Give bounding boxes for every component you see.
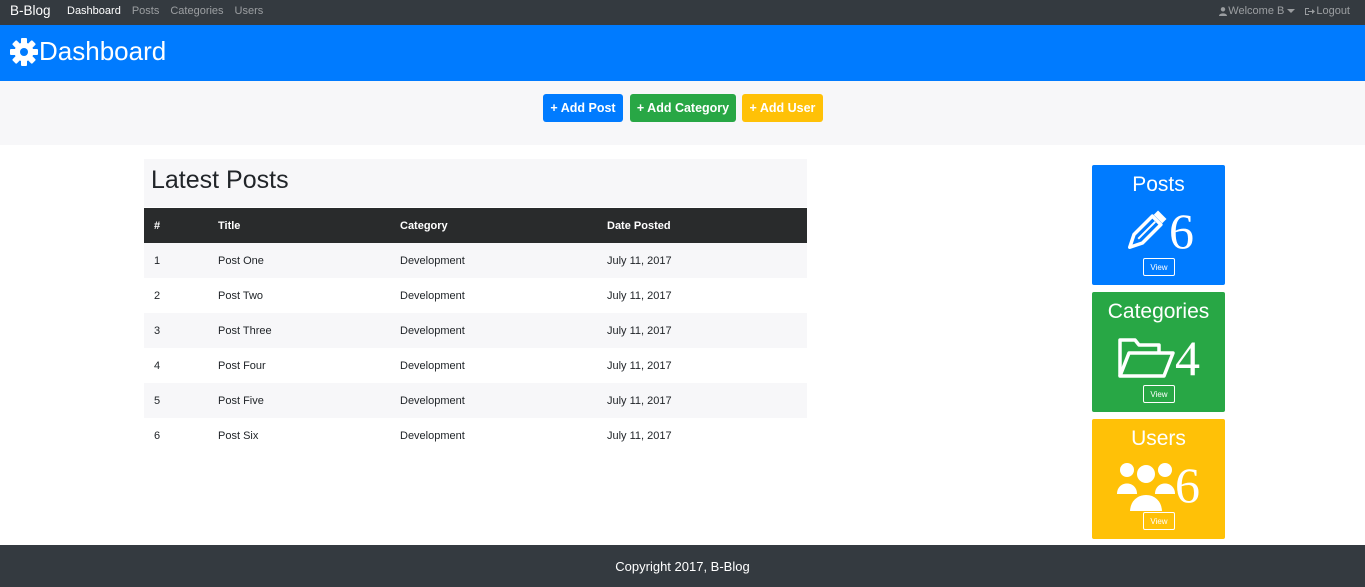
cell-category: Development (400, 289, 465, 302)
logout-label: Logout (1316, 5, 1350, 17)
copyright-text: Copyright 2017, B-Blog (615, 558, 750, 574)
nav-links: Dashboard Posts Categories Users (67, 5, 274, 17)
cell-number: 5 (154, 394, 161, 407)
column-header-date: Date Posted (607, 219, 671, 232)
cell-category: Development (400, 394, 465, 407)
nav-right: Welcome B Logout (1219, 5, 1350, 17)
cell-category: Development (400, 324, 465, 337)
cell-date: July 11, 2017 (607, 429, 672, 442)
add-post-button[interactable]: + Add Post (543, 94, 623, 122)
table-row: 1 Post One Development July 11, 2017 (144, 243, 807, 278)
categories-stat-card: Categories 4 View (1092, 292, 1225, 412)
posts-card-title: Posts (1132, 173, 1185, 196)
categories-view-button[interactable]: View (1143, 385, 1175, 403)
table-row: 4 Post Four Development July 11, 2017 (144, 348, 807, 383)
categories-count: 4 (1175, 330, 1200, 386)
users-card-body: 6 (1092, 457, 1225, 513)
cell-number: 3 (154, 324, 161, 337)
posts-table: # Title Category Date Posted 1 Post One … (144, 208, 807, 453)
posts-count: 6 (1169, 203, 1194, 259)
table-row: 2 Post Two Development July 11, 2017 (144, 278, 807, 313)
cell-title: Post Three (218, 324, 272, 337)
action-bar: + Add Post + Add Category + Add User (0, 81, 1365, 145)
posts-view-button[interactable]: View (1143, 258, 1175, 276)
brand-link[interactable]: B-Blog (10, 3, 51, 18)
user-icon (1219, 6, 1228, 16)
page-title-text: Dashboard (39, 36, 167, 66)
table-row: 3 Post Three Development July 11, 2017 (144, 313, 807, 348)
page-header: Dashboard (0, 25, 1365, 81)
cell-category: Development (400, 429, 465, 442)
folder-open-icon (1118, 338, 1175, 378)
gear-icon (10, 37, 38, 66)
table-row: 5 Post Five Development July 11, 2017 (144, 383, 807, 418)
add-user-button[interactable]: + Add User (742, 94, 823, 122)
users-stat-card: Users 6 View (1092, 419, 1225, 539)
cell-number: 2 (154, 289, 161, 302)
nav-link-users[interactable]: Users (235, 5, 264, 17)
users-view-button[interactable]: View (1143, 512, 1175, 530)
cell-number: 1 (154, 254, 161, 267)
sign-out-icon (1305, 7, 1316, 15)
cell-date: July 11, 2017 (607, 324, 672, 337)
cell-date: July 11, 2017 (607, 289, 672, 302)
cell-date: July 11, 2017 (607, 359, 672, 372)
posts-card-body: 6 (1092, 203, 1225, 259)
categories-card-body: 4 (1092, 330, 1225, 386)
welcome-label: Welcome B (1228, 5, 1285, 17)
cell-date: July 11, 2017 (607, 254, 672, 267)
column-header-title: Title (218, 219, 241, 232)
cell-title: Post Five (218, 394, 264, 407)
footer: Copyright 2017, B-Blog (0, 545, 1365, 587)
pencil-icon (1127, 210, 1167, 250)
logout-link[interactable]: Logout (1305, 5, 1350, 17)
cell-title: Post Four (218, 359, 266, 372)
welcome-dropdown[interactable]: Welcome B (1219, 5, 1296, 17)
nav-link-posts[interactable]: Posts (132, 5, 160, 17)
latest-posts-heading: Latest Posts (144, 159, 807, 207)
users-count: 6 (1175, 457, 1200, 513)
categories-card-title: Categories (1107, 300, 1210, 323)
cell-date: July 11, 2017 (607, 394, 672, 407)
users-icon (1117, 463, 1175, 512)
caret-down-icon (1287, 9, 1296, 13)
nav-link-dashboard[interactable]: Dashboard (67, 5, 121, 17)
page-title: Dashboard (10, 36, 166, 67)
table-row: 6 Post Six Development July 11, 2017 (144, 418, 807, 453)
cell-title: Post One (218, 254, 264, 267)
cell-title: Post Two (218, 289, 264, 302)
cell-title: Post Six (218, 429, 259, 442)
top-navbar: B-Blog Dashboard Posts Categories Users … (0, 0, 1365, 25)
users-card-title: Users (1131, 427, 1186, 450)
table-header-row: # Title Category Date Posted (144, 208, 807, 243)
nav-link-categories[interactable]: Categories (170, 5, 223, 17)
column-header-category: Category (400, 219, 448, 232)
cell-number: 6 (154, 429, 161, 442)
cell-category: Development (400, 359, 465, 372)
cell-category: Development (400, 254, 465, 267)
cell-number: 4 (154, 359, 161, 372)
add-category-button[interactable]: + Add Category (630, 94, 736, 122)
column-header-number: # (154, 219, 161, 232)
posts-stat-card: Posts 6 View (1092, 165, 1225, 285)
